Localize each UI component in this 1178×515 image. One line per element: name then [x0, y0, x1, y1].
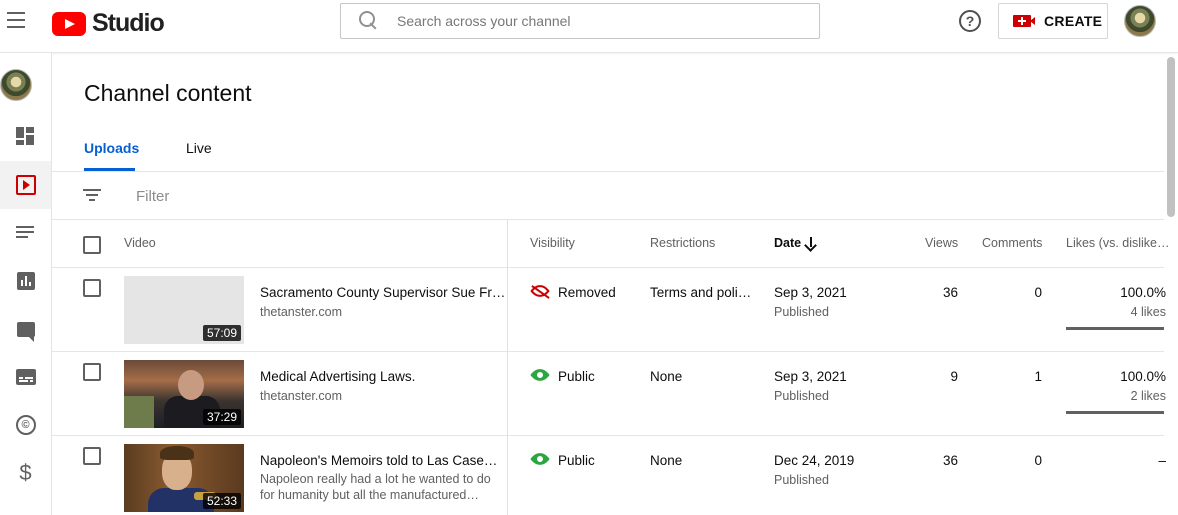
analytics-icon — [16, 272, 35, 290]
video-description: Napoleon really had a lot he wanted to d… — [260, 472, 491, 502]
search-icon[interactable] — [359, 11, 379, 31]
column-header-likes: Likes (vs. dislike… — [1066, 236, 1170, 250]
create-button[interactable]: CREATE — [998, 3, 1108, 39]
sidebar-item-copyright[interactable]: © — [0, 401, 51, 449]
sidebar-item-dashboard[interactable] — [0, 113, 51, 161]
copyright-icon: © — [15, 415, 36, 435]
create-video-icon — [1013, 15, 1031, 27]
video-description: thetanster.com — [260, 305, 342, 319]
sidebar-item-comments[interactable] — [0, 305, 51, 353]
visibility-public-icon — [530, 449, 550, 469]
restrictions-label[interactable]: Terms and poli… — [650, 285, 751, 300]
page-title: Channel content — [84, 80, 252, 106]
video-title[interactable]: Napoleon's Memoirs told to Las Case… — [260, 453, 497, 468]
playlists-icon — [15, 223, 36, 243]
column-header-views: Views — [925, 236, 959, 250]
monetization-icon: $ — [19, 460, 32, 485]
logo-text: Studio — [92, 9, 165, 37]
vertical-scrollbar[interactable] — [1167, 57, 1175, 217]
date-value: Dec 24, 2019 — [774, 453, 855, 468]
duration-badge: 52:33 — [202, 493, 241, 509]
studio-logo[interactable]: Studio — [52, 9, 165, 38]
date-status: Published — [774, 473, 829, 487]
tab-uploads[interactable]: Uploads — [84, 140, 139, 156]
date-value: Sep 3, 2021 — [774, 369, 847, 384]
video-title[interactable]: Medical Advertising Laws. — [260, 369, 415, 384]
likes-count: 4 likes — [1130, 305, 1166, 319]
likes-percent: 100.0% — [1120, 369, 1166, 384]
menu-icon[interactable] — [7, 12, 25, 28]
column-header-restrictions: Restrictions — [650, 236, 716, 250]
column-divider — [507, 220, 508, 515]
restrictions-label[interactable]: None — [650, 369, 682, 384]
video-thumbnail[interactable]: 52:33 — [124, 444, 244, 512]
video-description: thetanster.com — [260, 389, 342, 403]
visibility-public-icon — [530, 365, 550, 385]
tab-live[interactable]: Live — [186, 140, 212, 156]
likes-percent: – — [1158, 453, 1166, 468]
filter-icon[interactable] — [83, 189, 101, 203]
column-header-video: Video — [124, 236, 156, 250]
row-checkbox[interactable] — [83, 279, 101, 297]
visibility-label[interactable]: Public — [558, 369, 595, 384]
row-checkbox[interactable] — [83, 447, 101, 465]
create-label: CREATE — [1044, 13, 1103, 29]
column-header-comments: Comments — [982, 236, 1043, 250]
likes-count: 2 likes — [1130, 389, 1166, 403]
sidebar-item-monetization[interactable]: $ — [0, 449, 51, 497]
comments-value: 1 — [1034, 369, 1042, 384]
video-title[interactable]: Sacramento County Supervisor Sue Fr… — [260, 285, 505, 300]
sidebar: © $ — [0, 53, 52, 515]
search-bar[interactable] — [340, 3, 820, 39]
date-status: Published — [774, 305, 829, 319]
column-header-visibility: Visibility — [530, 236, 575, 250]
restrictions-label[interactable]: None — [650, 453, 682, 468]
column-header-date[interactable]: Date — [774, 236, 801, 250]
video-thumbnail[interactable]: 37:29 — [124, 360, 244, 428]
help-icon[interactable]: ? — [959, 10, 981, 32]
likes-percent: 100.0% — [1120, 285, 1166, 300]
views-value: 36 — [942, 285, 958, 300]
video-thumbnail[interactable]: 57:09 — [124, 276, 244, 344]
likes-bar — [1066, 327, 1164, 330]
comments-value: 0 — [1034, 285, 1042, 300]
subtitles-icon — [15, 369, 36, 385]
sidebar-item-subtitles[interactable] — [0, 353, 51, 401]
sidebar-item-analytics[interactable] — [0, 257, 51, 305]
sort-descending-icon[interactable] — [804, 236, 818, 250]
date-value: Sep 3, 2021 — [774, 285, 847, 300]
views-value: 9 — [950, 369, 958, 384]
channel-avatar[interactable] — [0, 69, 32, 101]
duration-badge: 57:09 — [202, 325, 241, 341]
visibility-label[interactable]: Public — [558, 453, 595, 468]
content-icon — [15, 175, 36, 195]
youtube-logo-icon — [52, 11, 86, 36]
comments-icon — [16, 321, 35, 342]
top-header: Studio ? CREATE — [0, 0, 1178, 53]
date-status: Published — [774, 389, 829, 403]
filter-input[interactable]: Filter — [136, 188, 169, 205]
sidebar-item-content[interactable] — [0, 161, 51, 209]
comments-value: 0 — [1034, 453, 1042, 468]
search-input[interactable] — [397, 13, 797, 29]
duration-badge: 37:29 — [202, 409, 241, 425]
select-all-checkbox[interactable] — [83, 236, 101, 254]
views-value: 36 — [942, 453, 958, 468]
likes-bar — [1066, 411, 1164, 414]
sidebar-item-playlists[interactable] — [0, 209, 51, 257]
visibility-label[interactable]: Removed — [558, 285, 616, 300]
dashboard-icon — [15, 127, 36, 147]
account-avatar[interactable] — [1124, 5, 1156, 37]
row-checkbox[interactable] — [83, 363, 101, 381]
